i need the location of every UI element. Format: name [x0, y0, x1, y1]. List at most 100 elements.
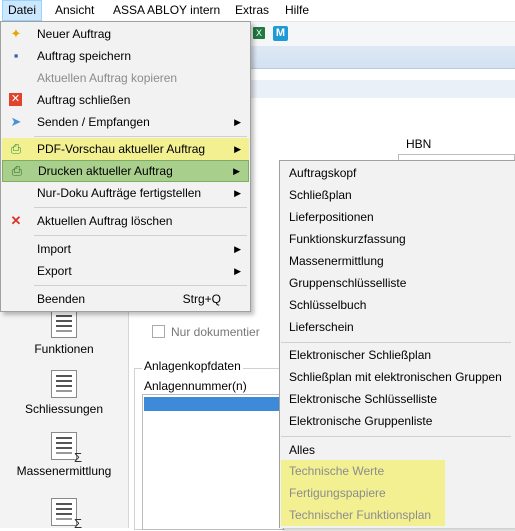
submenu-item-label: Technischer Funktionsplan [289, 508, 432, 522]
submenu-item-elektronische-schluesselliste[interactable]: Elektronische Schlüsselliste [281, 388, 515, 410]
submenu-item-label: Alles [289, 443, 316, 457]
send-plane-icon: ➤ [10, 114, 22, 129]
menu-item-label: Import [37, 242, 72, 256]
menu-item-senden-empfangen[interactable]: ➤ Senden / Empfangen ▶ [2, 111, 249, 133]
submenu-item-schliessplan-elektronische-gruppen[interactable]: Schließplan mit elektronischen Gruppen [281, 366, 515, 388]
menu-item-label: Aktuellen Auftrag kopieren [37, 71, 178, 85]
delete-x-icon: ✕ [10, 213, 22, 228]
submenu-item-alles[interactable]: Alles [281, 439, 515, 461]
menu-item-label: Aktuellen Auftrag löschen [37, 214, 173, 228]
nav-funktionen-label: Funktionen [34, 342, 94, 356]
group-title: Anlagenkopfdaten [142, 359, 243, 373]
menu-item-auftrag-schliessen[interactable]: ✕ Auftrag schließen [2, 89, 249, 111]
menu-extras[interactable]: Extras [230, 0, 274, 21]
menu-item-label: PDF-Vorschau aktueller Auftrag [37, 142, 206, 156]
printer-icon: ⎙ [11, 163, 23, 178]
submenu-arrow-icon: ▶ [234, 144, 241, 154]
submenu-item-label: Gruppenschlüsselliste [289, 276, 407, 290]
submenu-separator [281, 436, 511, 437]
submenu-item-gruppenschluesselliste[interactable]: Gruppenschlüsselliste [281, 272, 515, 294]
menu-item-label: Neuer Auftrag [37, 27, 112, 41]
submenu-item-label: Lieferpositionen [289, 210, 374, 224]
datei-menu: ✦ Neuer Auftrag ▪ Auftrag speichern Aktu… [0, 21, 251, 312]
submenu-arrow-icon: ▶ [234, 266, 241, 276]
submenu-item-auftragskopf[interactable]: Auftragskopf [281, 162, 515, 184]
menu-item-auftrag-speichern[interactable]: ▪ Auftrag speichern [2, 45, 249, 67]
nav-funktionen[interactable]: Funktionen [0, 310, 128, 356]
new-document-icon: ✦ [10, 26, 22, 41]
submenu-item-schluesselbuch[interactable]: Schlüsselbuch [281, 294, 515, 316]
submenu-item-label: Technische Werte [289, 464, 385, 478]
nav-more[interactable]: Σ [0, 498, 128, 531]
excel-export-icon[interactable]: X [253, 27, 265, 39]
submenu-item-label: Auftragskopf [289, 166, 357, 180]
nur-doku-checkbox[interactable]: Nur dokumentier [152, 325, 260, 339]
submenu-separator [281, 342, 511, 343]
menu-separator [34, 136, 247, 137]
menu-item-label: Auftrag speichern [37, 49, 132, 63]
selected-row[interactable] [144, 397, 282, 411]
menu-separator [34, 207, 247, 208]
menu-item-neuer-auftrag[interactable]: ✦ Neuer Auftrag [2, 23, 249, 45]
menubar: Datei Ansicht ASSA ABLOY intern Extras H… [0, 0, 515, 22]
drucken-submenu: Auftragskopf Schließplan Lieferpositione… [279, 160, 515, 528]
submenu-item-technischer-funktionsplan[interactable]: Technischer Funktionsplan [281, 504, 445, 526]
anlagennummer-list[interactable] [142, 394, 284, 530]
menu-datei[interactable]: Datei [2, 0, 43, 21]
submenu-item-label: Schließplan mit elektronischen Gruppen [289, 370, 502, 384]
menu-assa-abloy-intern[interactable]: ASSA ABLOY intern [108, 0, 225, 21]
submenu-item-label: Schlüsselbuch [289, 298, 367, 312]
nav-schliessungen[interactable]: Schliessungen [0, 370, 128, 416]
submenu-item-label: Elektronische Schlüsselliste [289, 392, 438, 406]
menu-item-label: Export [37, 264, 72, 278]
sum-document-icon: Σ [51, 432, 82, 465]
submenu-arrow-icon: ▶ [234, 188, 241, 198]
submenu-item-label: Elektronischer Schließplan [289, 348, 432, 362]
menu-ansicht[interactable]: Ansicht [50, 0, 99, 21]
submenu-item-schliessplan[interactable]: Schließplan [281, 184, 515, 206]
checkbox-box[interactable] [152, 325, 165, 338]
submenu-arrow-icon: ▶ [234, 117, 241, 127]
menu-separator [34, 235, 247, 236]
menu-item-label: Beenden [37, 292, 86, 306]
hbn-label: HBN [406, 137, 432, 151]
m-app-icon[interactable]: M [273, 26, 288, 41]
submenu-item-lieferschein[interactable]: Lieferschein [281, 316, 515, 338]
menu-item-label: Nur-Doku Aufträge fertigstellen [37, 186, 202, 200]
pdf-preview-icon: ⎙ [10, 141, 22, 156]
submenu-item-label: Massenermittlung [289, 254, 384, 268]
document-list-icon [51, 310, 77, 338]
submenu-item-technische-werte[interactable]: Technische Werte [281, 460, 445, 482]
menu-item-drucken[interactable]: ⎙ Drucken aktueller Auftrag ▶ [2, 160, 249, 182]
sum-list-icon: Σ [51, 498, 82, 531]
submenu-item-lieferpositionen[interactable]: Lieferpositionen [281, 206, 515, 228]
menu-item-export[interactable]: Export ▶ [2, 260, 249, 282]
submenu-arrow-icon: ▶ [233, 166, 240, 176]
menu-item-beenden[interactable]: Beenden Strg+Q [2, 288, 249, 310]
floppy-disk-icon: ▪ [13, 48, 19, 63]
submenu-item-label: Funktionskurzfassung [289, 232, 406, 246]
submenu-item-elektronische-gruppenliste[interactable]: Elektronische Gruppenliste [281, 410, 515, 432]
submenu-item-massenermittlung[interactable]: Massenermittlung [281, 250, 515, 272]
menu-item-label: Senden / Empfangen [37, 115, 150, 129]
submenu-item-label: Schließplan [289, 188, 352, 202]
menu-item-nur-doku[interactable]: Nur-Doku Aufträge fertigstellen ▶ [2, 182, 249, 204]
submenu-arrow-icon: ▶ [234, 244, 241, 254]
submenu-item-funktionskurzfassung[interactable]: Funktionskurzfassung [281, 228, 515, 250]
menu-item-auftrag-loeschen[interactable]: ✕ Aktuellen Auftrag löschen [2, 210, 249, 232]
key-document-icon [51, 370, 77, 398]
nav-schliessungen-label: Schliessungen [24, 402, 104, 416]
menu-hilfe[interactable]: Hilfe [280, 0, 314, 21]
nav-massenermittlung[interactable]: Σ Massenermittlung [0, 432, 128, 478]
submenu-item-label: Lieferschein [289, 320, 354, 334]
menu-item-import[interactable]: Import ▶ [2, 238, 249, 260]
nur-doku-label: Nur dokumentier [171, 325, 260, 339]
menu-item-pdf-vorschau[interactable]: ⎙ PDF-Vorschau aktueller Auftrag ▶ [2, 138, 249, 160]
menu-item-auftrag-kopieren[interactable]: Aktuellen Auftrag kopieren [2, 67, 249, 89]
submenu-item-elektronischer-schliessplan[interactable]: Elektronischer Schließplan [281, 344, 515, 366]
submenu-item-label: Fertigungspapiere [289, 486, 386, 500]
submenu-item-fertigungspapiere[interactable]: Fertigungspapiere [281, 482, 445, 504]
close-red-icon: ✕ [9, 93, 22, 106]
shortcut-label: Strg+Q [182, 292, 221, 306]
menu-item-label: Auftrag schließen [37, 93, 131, 107]
